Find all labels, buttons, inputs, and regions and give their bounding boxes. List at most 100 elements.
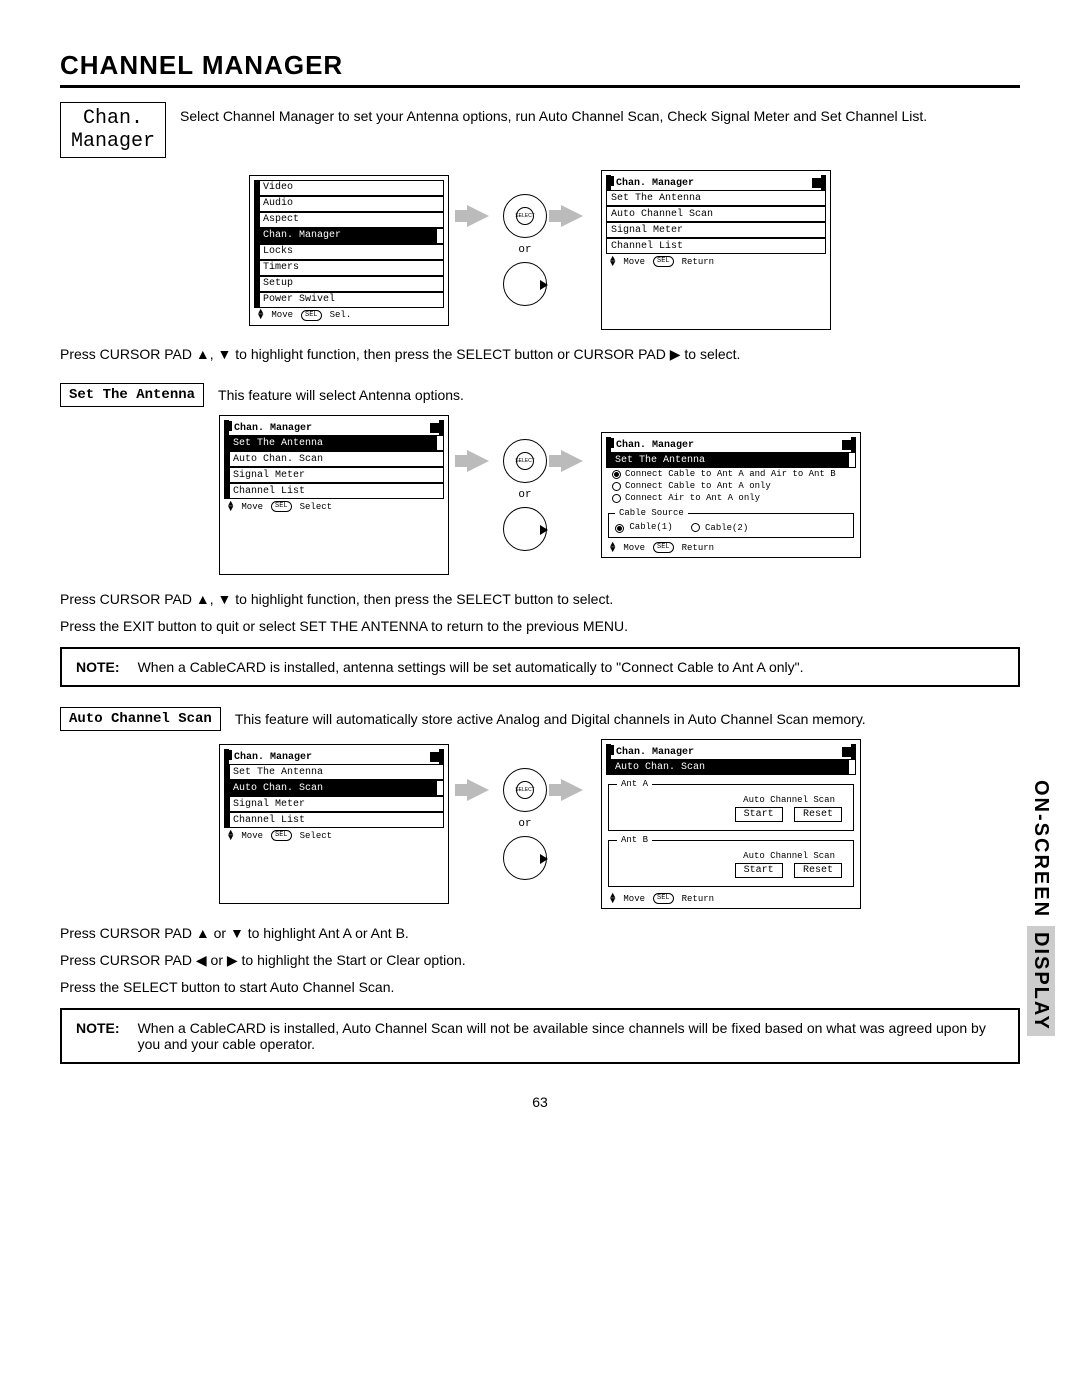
- menu-item: Timers: [254, 260, 444, 276]
- updown-icon: ▲▼: [610, 894, 615, 904]
- menu-item: Locks: [254, 244, 444, 260]
- menu-item: Channel List: [224, 812, 444, 828]
- auto-scan-left-menu: Chan. Manager Set The Antenna Auto Chan.…: [219, 744, 449, 904]
- sel-icon: SEL: [301, 310, 322, 321]
- sel-icon: SEL: [271, 830, 292, 841]
- note-body: When a CableCARD is installed, Auto Chan…: [138, 1020, 1004, 1052]
- page-title: CHANNEL MANAGER: [60, 50, 1020, 88]
- note-box-1: NOTE: When a CableCARD is installed, ant…: [60, 647, 1020, 687]
- menu-item: Signal Meter: [224, 796, 444, 812]
- submenu-footer: ▲▼ Move SEL Return: [606, 254, 826, 267]
- arrow-dpad-group: or: [467, 768, 583, 880]
- set-antenna-text: This feature will select Antenna options…: [218, 385, 1020, 406]
- submenu-item: Channel List: [606, 238, 826, 254]
- auto-scan-text: This feature will automatically store ac…: [235, 709, 1020, 730]
- page-number: 63: [60, 1094, 1020, 1110]
- set-antenna-right-panel: Chan. Manager Set The Antenna Connect Ca…: [601, 432, 861, 558]
- arrow-dpad-group: or: [467, 439, 583, 551]
- menu-header: Chan. Manager: [224, 420, 444, 435]
- panel-footer: ▲▼ Move SEL Return: [606, 540, 856, 553]
- sel-icon: SEL: [653, 542, 674, 553]
- arrow-right-icon: [467, 450, 489, 472]
- dpad-select-icon: [503, 439, 547, 483]
- ant-label: Auto Channel Scan: [617, 851, 845, 861]
- sel-icon: SEL: [653, 893, 674, 904]
- dpad-right-icon: [503, 262, 547, 306]
- menu-item: Signal Meter: [224, 467, 444, 483]
- chan-manager-submenu: Chan. Manager Set The Antenna Auto Chann…: [601, 170, 831, 330]
- or-label: or: [518, 244, 531, 256]
- ant-label: Auto Channel Scan: [617, 795, 845, 805]
- set-antenna-instr-b: Press the EXIT button to quit or select …: [60, 616, 1020, 637]
- auto-scan-instr-b: Press CURSOR PAD ◀ or ▶ to highlight the…: [60, 950, 1020, 971]
- auto-scan-instr-a: Press CURSOR PAD ▲ or ▼ to highlight Ant…: [60, 923, 1020, 944]
- antenna-option: Connect Cable to Ant A and Air to Ant B: [606, 468, 856, 480]
- ant-a-legend: Ant A: [617, 779, 652, 789]
- chan-manager-box: Chan. Manager: [60, 102, 166, 158]
- dpad-right-icon: [503, 507, 547, 551]
- start-button[interactable]: Start: [735, 807, 783, 822]
- menu-item-selected: Auto Chan. Scan: [224, 780, 444, 796]
- menu-item: Channel List: [224, 483, 444, 499]
- dpad-right-icon: [503, 836, 547, 880]
- menu-item-selected: Chan. Manager: [254, 228, 444, 244]
- start-button[interactable]: Start: [735, 863, 783, 878]
- radio-filled-icon: [612, 470, 621, 479]
- submenu-item: Auto Channel Scan: [606, 206, 826, 222]
- menu-item: Video: [254, 180, 444, 196]
- arrow-right-icon: [561, 779, 583, 801]
- auto-scan-box: Auto Channel Scan: [60, 707, 221, 731]
- menu-item: Setup: [254, 276, 444, 292]
- arrow-right-icon: [467, 779, 489, 801]
- panel-header: Chan. Manager: [606, 437, 856, 452]
- side-tab-plain: ON-SCREEN: [1030, 780, 1052, 918]
- menu-footer: ▲▼ Move SEL Sel.: [254, 308, 444, 321]
- dpad-select-icon: [503, 194, 547, 238]
- main-menu-panel: Video Audio Aspect Chan. Manager Locks T…: [249, 175, 449, 326]
- updown-icon: ▲▼: [610, 543, 615, 553]
- updown-icon: ▲▼: [228, 502, 233, 512]
- instruction-1: Press CURSOR PAD ▲, ▼ to highlight funct…: [60, 344, 1020, 365]
- note-box-2: NOTE: When a CableCARD is installed, Aut…: [60, 1008, 1020, 1064]
- menu-footer: ▲▼ Move SEL Select: [224, 828, 444, 841]
- submenu-header: Chan. Manager: [606, 175, 826, 190]
- set-antenna-left-menu: Chan. Manager Set The Antenna Auto Chan.…: [219, 415, 449, 575]
- updown-icon: ▲▼: [228, 831, 233, 841]
- sel-icon: SEL: [271, 501, 292, 512]
- auto-scan-right-panel: Chan. Manager Auto Chan. Scan Ant A Auto…: [601, 739, 861, 909]
- menu-item: Audio: [254, 196, 444, 212]
- menu-item: Aspect: [254, 212, 444, 228]
- radio-filled-icon: [615, 524, 624, 533]
- auto-scan-instr-c: Press the SELECT button to start Auto Ch…: [60, 977, 1020, 998]
- diagram-1: Video Audio Aspect Chan. Manager Locks T…: [60, 170, 1020, 330]
- menu-footer: ▲▼ Move SEL Select: [224, 499, 444, 512]
- radio-empty-icon: [612, 494, 621, 503]
- intro-row: Chan. Manager Select Channel Manager to …: [60, 102, 1020, 158]
- intro-text: Select Channel Manager to set your Anten…: [180, 102, 1020, 127]
- menu-item: Set The Antenna: [224, 764, 444, 780]
- ant-b-legend: Ant B: [617, 835, 652, 845]
- set-antenna-box: Set The Antenna: [60, 383, 204, 407]
- panel-selected-row: Auto Chan. Scan: [606, 759, 856, 775]
- arrow-right-icon: [467, 205, 489, 227]
- antenna-option: Connect Cable to Ant A only: [606, 480, 856, 492]
- note-body: When a CableCARD is installed, antenna s…: [138, 659, 1004, 675]
- panel-selected-row: Set The Antenna: [606, 452, 856, 468]
- auto-scan-heading: Auto Channel Scan This feature will auto…: [60, 707, 1020, 731]
- panel-header: Chan. Manager: [606, 744, 856, 759]
- menu-item: Auto Chan. Scan: [224, 451, 444, 467]
- sel-icon: SEL: [653, 256, 674, 267]
- set-antenna-heading: Set The Antenna This feature will select…: [60, 383, 1020, 407]
- radio-empty-icon: [612, 482, 621, 491]
- side-tab: ON-SCREEN DISPLAY: [1029, 780, 1052, 1036]
- submenu-item: Set The Antenna: [606, 190, 826, 206]
- radio-empty-icon: [691, 523, 700, 532]
- cable-source-fieldset: Cable Source Cable(1) Cable(2): [608, 508, 854, 538]
- reset-button[interactable]: Reset: [794, 863, 842, 878]
- reset-button[interactable]: Reset: [794, 807, 842, 822]
- or-label: or: [518, 818, 531, 830]
- menu-item-selected: Set The Antenna: [224, 435, 444, 451]
- menu-header: Chan. Manager: [224, 749, 444, 764]
- diagram-3: Chan. Manager Set The Antenna Auto Chan.…: [60, 739, 1020, 909]
- note-label: NOTE:: [76, 1020, 120, 1052]
